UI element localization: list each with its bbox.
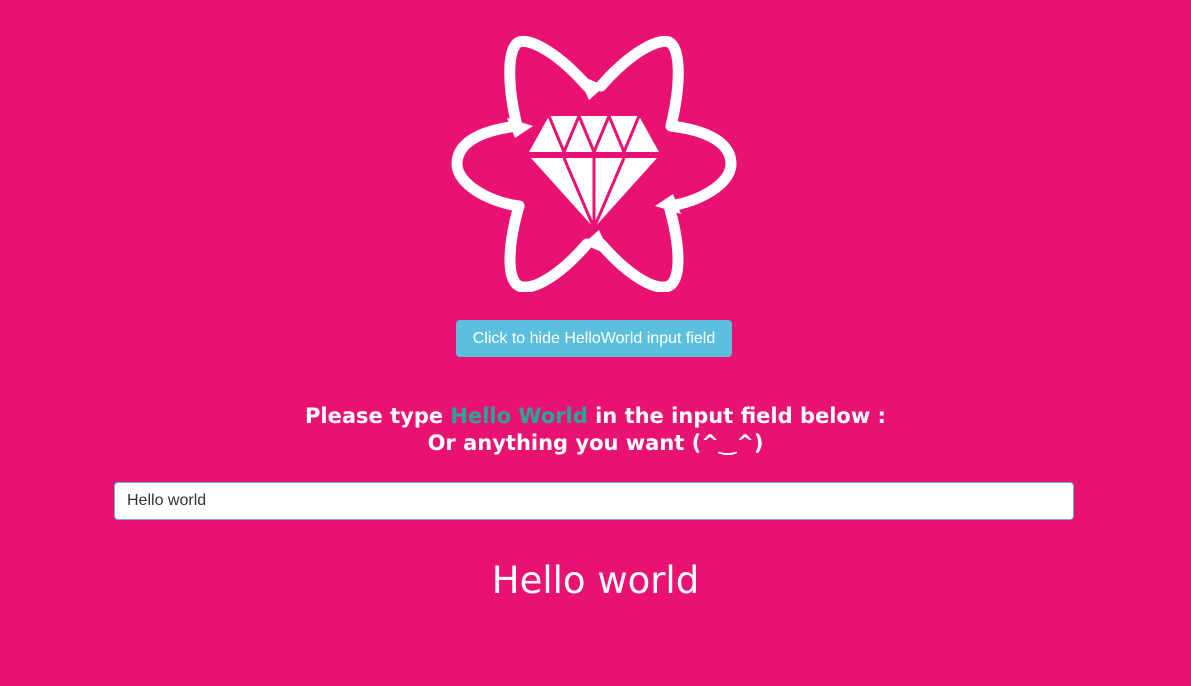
instruction-line-1: Please type Hello World in the input fie… [0, 403, 1191, 430]
instruction-line-2: Or anything you want (^‿^) [427, 431, 764, 455]
hide-input-button[interactable]: Click to hide HelloWorld input field [456, 320, 732, 357]
instruction-text: Please type Hello World in the input fie… [0, 403, 1191, 457]
react-gem-logo-icon [449, 34, 739, 292]
hello-world-highlight: Hello World [450, 404, 588, 428]
instruction-prefix: Please type [305, 404, 451, 428]
page: Click to hide HelloWorld input field Ple… [0, 0, 1191, 686]
instruction-suffix: in the input field below : [587, 404, 886, 428]
hello-world-input[interactable] [114, 482, 1074, 520]
echo-output-heading: Hello world [491, 559, 700, 602]
